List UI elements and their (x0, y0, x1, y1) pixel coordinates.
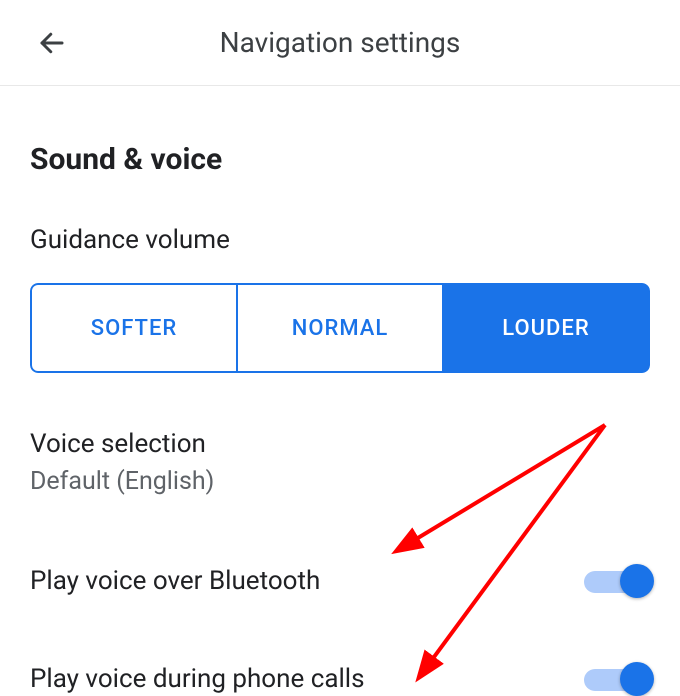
guidance-louder-button[interactable]: LOUDER (444, 283, 650, 373)
phone-calls-label: Play voice during phone calls (30, 664, 365, 694)
toggle-thumb (620, 662, 654, 696)
guidance-normal-button[interactable]: NORMAL (238, 283, 444, 373)
bluetooth-toggle[interactable] (584, 566, 650, 596)
guidance-volume-label: Guidance volume (30, 225, 650, 255)
section-title: Sound & voice (30, 142, 650, 177)
voice-selection-row[interactable]: Voice selection Default (English) (30, 429, 650, 496)
voice-selection-label: Voice selection (30, 429, 650, 459)
bluetooth-row: Play voice over Bluetooth (30, 566, 650, 596)
back-arrow-icon (37, 28, 67, 58)
content: Sound & voice Guidance volume SOFTER NOR… (0, 86, 680, 694)
bluetooth-label: Play voice over Bluetooth (30, 566, 320, 596)
voice-selection-value: Default (English) (30, 467, 650, 496)
header: Navigation settings (0, 0, 680, 86)
page-title: Navigation settings (74, 26, 606, 59)
back-button[interactable] (30, 21, 74, 65)
phone-calls-row: Play voice during phone calls (30, 664, 650, 694)
guidance-softer-button[interactable]: SOFTER (30, 283, 238, 373)
phone-calls-toggle[interactable] (584, 664, 650, 694)
guidance-volume-segmented: SOFTER NORMAL LOUDER (30, 283, 650, 373)
toggle-thumb (620, 564, 654, 598)
